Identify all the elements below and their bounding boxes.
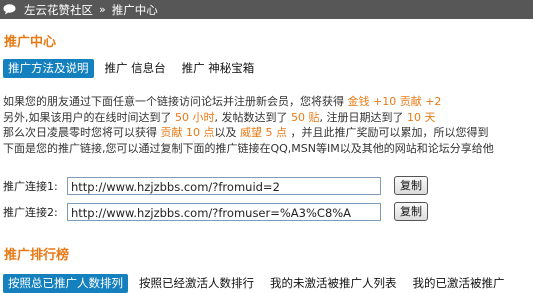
link-label-1: 推广连接1:	[3, 179, 58, 193]
info-line-1: 如果您的朋友通过下面任意一个链接访问论坛并注册新会员，您将获得 金钱 +10 贡…	[3, 94, 533, 110]
breadcrumb-current: 推广中心	[111, 2, 158, 17]
copy-button-1[interactable]: 复制	[394, 176, 428, 195]
ranking-title: 推广排行榜	[4, 248, 70, 263]
info-line-4: 下面是您的推广链接,您可以通过复制下面的推广链接在QQ,MSN等IM以及其他的网…	[3, 141, 494, 155]
tab-activated-list[interactable]: 我的已激活被推广	[408, 274, 510, 293]
ranking-tabs: 按照总已推广人数排列 按照已经激活人数排行 我的未激活被推广人列表 我的已激活被…	[3, 274, 512, 293]
promotion-link-input-1[interactable]: http://www.hzjzbbs.com/?fromuid=2	[67, 176, 381, 195]
link-label-2: 推广连接2:	[3, 205, 58, 219]
tab-rank-total[interactable]: 按照总已推广人数排列	[3, 274, 128, 293]
promotion-link-row-2: 推广连接2: http://www.hzjzbbs.com/?fromuser=…	[3, 202, 428, 221]
promotion-link-input-2[interactable]: http://www.hzjzbbs.com/?fromuser=%A3%C8%…	[67, 202, 381, 221]
info-text: 如果您的朋友通过下面任意一个链接访问论坛并注册新会员，您将获得	[3, 95, 348, 108]
copy-button-2[interactable]: 复制	[394, 202, 428, 221]
bonus2-highlight: 威望 5 点	[240, 126, 287, 139]
promotion-description: 如果您的朋友通过下面任意一个链接访问论坛并注册新会员，您将获得 金钱 +10 贡…	[3, 94, 533, 156]
breadcrumb-site[interactable]: 左云花赞社区	[24, 2, 93, 18]
info-text: , 注册日期达到了	[319, 110, 407, 124]
days-highlight: 10 天	[407, 110, 436, 124]
bonus1-highlight: 贡献 10 点	[160, 126, 215, 139]
info-text: , 发帖数达到了	[214, 110, 291, 124]
tab-mystery-box[interactable]: 推广 神秘宝箱	[177, 59, 260, 78]
tab-promotion-method[interactable]: 推广方法及说明	[3, 59, 94, 78]
info-text: 以及	[214, 126, 240, 139]
hours-highlight: 50 小时	[175, 110, 215, 124]
promotion-center-title: 推广中心	[4, 35, 57, 50]
info-line-3: 那么次日凌晨零时您将可以获得 贡献 10 点以及 威望 5 点 ，并且此推广奖励…	[3, 125, 533, 141]
reward-highlight: 金钱 +10 贡献 +2	[347, 95, 442, 108]
info-line-2: 另外,如果该用户的在线时间达到了 50 小时, 发帖数达到了 50 贴, 注册日…	[3, 110, 533, 126]
posts-highlight: 50 贴	[291, 110, 320, 124]
info-text: 另外,如果该用户的在线时间达到了	[3, 110, 175, 124]
info-text: 那么次日凌晨零时您将可以获得	[3, 126, 161, 139]
promotion-link-row-1: 推广连接1: http://www.hzjzbbs.com/?fromuid=2…	[3, 176, 428, 195]
chat-bubble-icon	[3, 4, 16, 15]
top-bar: 左云花赞社区 » 推广中心	[0, 0, 533, 19]
promotion-tabs: 推广方法及说明 推广 信息台 推广 神秘宝箱	[3, 59, 261, 78]
tab-rank-activated[interactable]: 按照已经激活人数排行	[134, 274, 259, 293]
breadcrumb-separator: »	[99, 3, 106, 16]
info-text: ，并且此推广奖励可以累加，所以您得到	[287, 126, 489, 139]
tab-unactivated-list[interactable]: 我的未激活被推广人列表	[265, 274, 402, 293]
tab-promotion-info[interactable]: 推广 信息台	[100, 59, 171, 78]
